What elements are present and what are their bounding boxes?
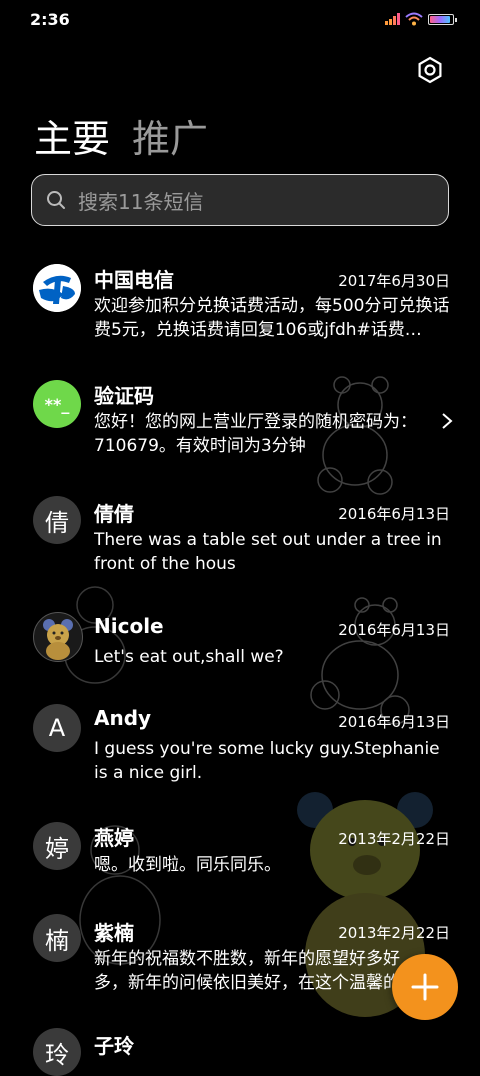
sender-name: 子玲 xyxy=(94,1034,134,1058)
sender-name: Andy xyxy=(94,706,152,730)
avatar-text: A xyxy=(48,714,66,742)
sender-name: 中国电信 xyxy=(94,268,174,292)
message-preview: There was a table set out under a tree i… xyxy=(94,530,442,574)
message-preview: Let's eat out,shall we? xyxy=(94,647,284,667)
otp-avatar: **_ xyxy=(33,380,81,428)
message-item[interactable]: 玲 子玲 xyxy=(0,1028,480,1076)
message-preview: I guess you're some lucky guy.Stephanie … xyxy=(94,739,440,783)
status-time: 2:36 xyxy=(30,10,70,29)
message-item[interactable]: 婷 燕婷 2013年2月22日 嗯。收到啦。同乐同乐。 xyxy=(0,818,480,898)
sender-name: 燕婷 xyxy=(94,826,134,850)
avatar: 倩 xyxy=(33,496,81,544)
message-item[interactable]: **_ 验证码 您好！您的网上营业厅登录的随机密码为：710679。有效时间为3… xyxy=(0,376,480,476)
message-preview: 欢迎参加积分兑换话费活动，每500分可兑换话费5元，兑换话费请回复106或jfd… xyxy=(94,296,450,340)
message-item[interactable]: 倩 倩倩 2016年6月13日 There was a table set ou… xyxy=(0,494,480,594)
wifi-icon xyxy=(405,12,423,26)
sender-name: 验证码 xyxy=(94,384,154,408)
china-telecom-logo-icon xyxy=(33,264,81,312)
message-preview: 嗯。收到啦。同乐同乐。 xyxy=(94,855,281,875)
otp-avatar-text: **_ xyxy=(44,394,70,414)
status-bar: 2:36 xyxy=(0,0,480,40)
message-item[interactable]: A Andy 2016年6月13日 I guess you're some lu… xyxy=(0,702,480,802)
plus-icon xyxy=(411,973,439,1001)
search-icon xyxy=(47,191,65,209)
status-icons xyxy=(385,12,457,26)
tab-bar: 主要 推广 xyxy=(34,108,208,163)
avatar: A xyxy=(33,704,81,752)
avatar: 婷 xyxy=(33,822,81,870)
search-placeholder: 搜索11条短信 xyxy=(78,189,204,214)
message-date: 2013年2月22日 xyxy=(338,924,450,942)
avatar: 楠 xyxy=(33,914,81,962)
message-item[interactable]: 中国电信 2017年6月30日 欢迎参加积分兑换话费活动，每500分可兑换话费5… xyxy=(0,258,480,358)
search-input[interactable]: 搜索11条短信 xyxy=(31,174,449,226)
message-preview: 新年的祝福数不胜数，新年的愿望好多好多，新年的问候依旧美好，在这个温馨的时刻… xyxy=(94,949,417,993)
new-message-button[interactable] xyxy=(392,954,458,1020)
message-date: 2016年6月13日 xyxy=(338,505,450,523)
chevron-right-icon[interactable] xyxy=(440,412,454,430)
avatar-text: 楠 xyxy=(45,926,69,955)
settings-icon[interactable] xyxy=(416,56,444,84)
message-item[interactable]: Nicole 2016年6月13日 Let's eat out,shall we… xyxy=(0,608,480,688)
tab-main[interactable]: 主要 xyxy=(34,108,110,163)
message-date: 2016年6月13日 xyxy=(338,713,450,731)
signal-icon xyxy=(385,13,400,25)
avatar-text: 婷 xyxy=(45,834,69,863)
message-date: 2017年6月30日 xyxy=(338,272,450,290)
tab-promotions[interactable]: 推广 xyxy=(132,108,208,163)
sender-name: Nicole xyxy=(94,614,164,638)
sender-name: 倩倩 xyxy=(94,502,134,526)
message-date: 2016年6月13日 xyxy=(338,621,450,639)
battery-icon xyxy=(428,13,457,25)
avatar: 玲 xyxy=(33,1028,81,1076)
avatar-text: 倩 xyxy=(45,508,69,537)
message-preview: 您好！您的网上营业厅登录的随机密码为：710679。有效时间为3分钟 xyxy=(94,412,417,456)
message-date: 2013年2月22日 xyxy=(338,830,450,848)
bear-avatar-icon xyxy=(33,612,83,662)
sender-name: 紫楠 xyxy=(94,921,134,945)
